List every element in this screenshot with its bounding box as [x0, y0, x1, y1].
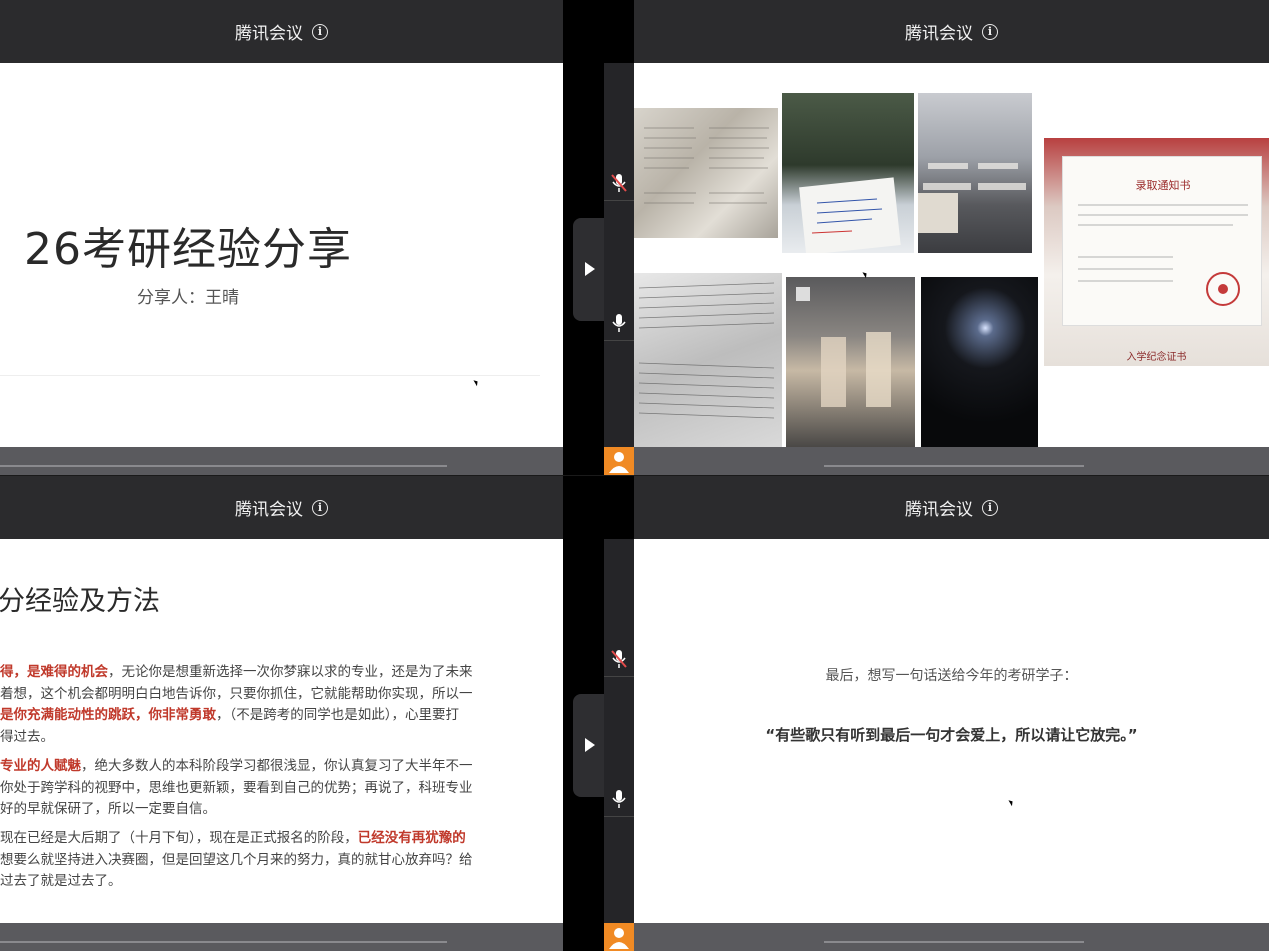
body-text: 现在已经是大后期了（十月下旬），现在是正式报名的阶段，	[0, 830, 358, 846]
highlight-text: 已经没有再犹豫的	[357, 830, 466, 846]
library-photo	[918, 93, 1032, 253]
app-title: 腾讯会议	[905, 500, 973, 520]
strip-divider	[604, 816, 634, 817]
light-patch	[821, 337, 846, 407]
info-icon[interactable]: i	[312, 23, 328, 40]
mic-icon[interactable]	[610, 788, 628, 810]
titlebar-left: 腾讯会议 i	[0, 476, 563, 539]
info-icon[interactable]: i	[982, 499, 998, 516]
bottombar-left	[0, 447, 563, 475]
letter-sheet: 录取通知书	[1062, 156, 1262, 326]
bottombar-right	[634, 923, 1269, 951]
body-text: 得过去。	[0, 728, 54, 745]
papers-photo	[634, 273, 782, 447]
info-icon[interactable]: i	[982, 23, 998, 40]
strip-divider	[604, 676, 634, 677]
light-patch	[866, 332, 891, 407]
paragraph-3: 现在已经是大后期了（十月下旬），现在是正式报名的阶段，已经没有再犹豫的 想要么就…	[0, 828, 520, 893]
highlight-text: 是你充满能动性的跳跃，你非常勇敢	[0, 707, 216, 723]
notes-photo	[634, 108, 778, 238]
mouse-cursor	[1008, 798, 1015, 807]
body-text: 好的早就保研了，所以一定要自信。	[0, 801, 216, 817]
progress-line	[824, 941, 1084, 943]
mouse-cursor	[473, 378, 480, 387]
desk-note-photo	[782, 93, 914, 253]
user-avatar-icon[interactable]	[604, 923, 634, 951]
meeting-screen-bottom: 腾讯会议 i 腾讯会议 i 分经验及方法 得，是难得的机会，无论你是想重新选择一…	[0, 476, 1269, 951]
slide-methods: 分经验及方法 得，是难得的机会，无论你是想重新选择一次你梦寐以求的专业，还是为了…	[0, 539, 563, 923]
body-text: 你处于跨学科的视野中，思维也更新颖，要看到自己的优势；再说了，科班专业	[0, 779, 473, 796]
slide-presenter: 分享人：王晴	[137, 288, 239, 308]
bottombar-right	[634, 447, 1269, 475]
expand-arrow-icon[interactable]	[573, 218, 604, 321]
app-title: 腾讯会议	[905, 24, 973, 44]
slide-divider	[0, 375, 540, 376]
strip-divider	[604, 340, 634, 341]
mic-muted-icon[interactable]	[610, 648, 628, 670]
slide-methods-title: 分经验及方法	[0, 586, 160, 617]
certificate-text: 入学纪念证书	[1126, 352, 1187, 363]
body-text: ，无论你是想重新选择一次你梦寐以求的专业，还是为了未来	[108, 664, 473, 680]
body-text: ，绝大多数人的本科阶段学习都很浅显，你认真复习了大半年不一	[81, 758, 473, 774]
participant-strip	[563, 476, 634, 951]
highlight-text: 专业的人赋魅	[0, 758, 81, 774]
closing-lead: 最后，想写一句话送给今年的考研学子：	[825, 668, 1078, 684]
paragraph-2: 专业的人赋魅，绝大多数人的本科阶段学习都很浅显，你认真复习了大半年不一 你处于跨…	[0, 756, 520, 821]
expand-arrow-icon[interactable]	[573, 694, 604, 797]
app-title: 腾讯会议	[235, 500, 303, 520]
participant-bar	[604, 63, 634, 475]
night-road-photo	[921, 277, 1038, 447]
mic-muted-icon[interactable]	[610, 172, 628, 194]
bottombar-left	[0, 923, 563, 951]
meeting-screen-top: 腾讯会议 i 腾讯会议 i 26考研经验分享 分享人：王晴 录取通知书 入学纪念…	[0, 0, 1269, 475]
user-avatar-icon[interactable]	[604, 447, 634, 475]
strip-divider	[604, 200, 634, 201]
slide-photos: 录取通知书 入学纪念证书	[634, 63, 1269, 447]
closing-quote: “有些歌只有听到最后一句才会爱上，所以请让它放完。”	[765, 726, 1138, 744]
body-text: 想要么就坚持进入决赛圈，但是回望这几个月来的努力，真的就甘心放弃吗？给	[0, 851, 473, 868]
floor-sign	[796, 287, 810, 301]
progress-line	[824, 465, 1084, 467]
highlight-text: 得，是难得的机会	[0, 664, 108, 680]
progress-line	[0, 465, 447, 467]
hallway-photo	[786, 277, 915, 447]
app-title: 腾讯会议	[235, 24, 303, 44]
body-text: ，（不是跨考的同学也是如此），心里要打	[216, 707, 459, 723]
info-icon[interactable]: i	[312, 499, 328, 516]
progress-line	[0, 941, 447, 943]
slide-closing: 最后，想写一句话送给今年的考研学子： “有些歌只有听到最后一句才会爱上，所以请让…	[634, 539, 1269, 923]
body-text: 过去了就是过去了。	[0, 873, 122, 889]
admission-letter-photo: 录取通知书 入学纪念证书	[1044, 138, 1269, 366]
slide-title: 26考研经验分享 分享人：王晴	[0, 63, 563, 447]
body-text: 着想，这个机会都明明白白地告诉你，只要你抓住，它就能帮助你实现，所以一	[0, 685, 473, 702]
paragraph-1: 得，是难得的机会，无论你是想重新选择一次你梦寐以求的专业，还是为了未来 着想，这…	[0, 662, 520, 748]
titlebar-left: 腾讯会议 i	[0, 0, 563, 63]
participant-bar	[604, 539, 634, 951]
titlebar-right: 腾讯会议 i	[634, 0, 1269, 63]
mic-icon[interactable]	[610, 312, 628, 334]
titlebar-right: 腾讯会议 i	[634, 476, 1269, 539]
participant-strip	[563, 0, 634, 475]
slide-title-heading: 26考研经验分享	[24, 224, 352, 275]
